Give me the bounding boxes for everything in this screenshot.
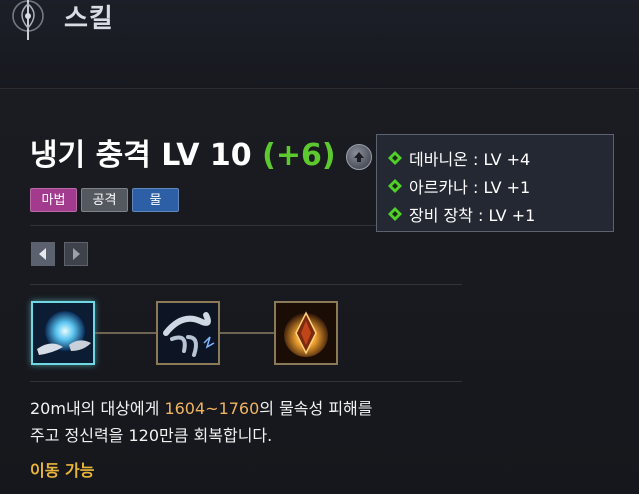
green-diamond-icon bbox=[388, 207, 402, 221]
skill-level-bonus: (+6) bbox=[262, 138, 336, 173]
page-title: 스킬 bbox=[64, 4, 114, 34]
next-button[interactable] bbox=[64, 242, 88, 266]
tooltip-text: 장비 장착 : LV +1 bbox=[409, 206, 536, 225]
tag-attack: 공격 bbox=[81, 188, 128, 212]
tag-water: 물 bbox=[132, 188, 179, 212]
fire-crest-icon bbox=[276, 303, 336, 363]
divider bbox=[30, 284, 462, 285]
skill-tags: 마법 공격 물 bbox=[30, 188, 179, 212]
movable-status: 이동 가능 bbox=[30, 461, 95, 480]
tooltip-text: 데바니온 : LV +4 bbox=[409, 150, 531, 169]
description-text: 의 물속성 피해를 bbox=[259, 399, 373, 418]
tree-connector bbox=[220, 332, 274, 334]
chevron-left-icon bbox=[39, 248, 46, 260]
level-bonus-tooltip: 데바니온 : LV +4 아르카나 : LV +1 장비 장착 : LV +1 bbox=[376, 134, 614, 232]
tooltip-text: 아르카나 : LV +1 bbox=[409, 178, 531, 197]
skill-tree-slot-1[interactable] bbox=[31, 301, 95, 365]
tooltip-row: 장비 장착 : LV +1 bbox=[387, 200, 613, 228]
description-line-1: 20m내의 대상에게 1604~1760의 물속성 피해를 bbox=[30, 395, 470, 422]
chevron-right-icon bbox=[73, 248, 80, 260]
header-bar: 스킬 bbox=[0, 0, 639, 88]
skill-description: 20m내의 대상에게 1604~1760의 물속성 피해를 주고 정신력을 12… bbox=[30, 395, 470, 449]
arrow-up-icon bbox=[354, 152, 364, 162]
skill-tree-slot-3[interactable] bbox=[274, 301, 338, 365]
level-bonus-info-button[interactable] bbox=[346, 144, 372, 170]
tree-connector bbox=[95, 332, 156, 334]
skill-name-level: 냉기 충격 LV 10 bbox=[30, 138, 252, 173]
description-line-2: 주고 정신력을 120만큼 회복합니다. bbox=[30, 426, 273, 445]
water-orb-icon bbox=[33, 303, 93, 363]
water-dragon-icon bbox=[158, 303, 218, 363]
prev-button[interactable] bbox=[31, 242, 55, 266]
green-diamond-icon bbox=[388, 151, 402, 165]
emblem-icon bbox=[12, 0, 44, 40]
tag-magic: 마법 bbox=[30, 188, 77, 212]
damage-value: 1604~1760 bbox=[164, 399, 260, 418]
skill-title: 냉기 충격 LV 10 (+6) bbox=[30, 135, 336, 177]
green-diamond-icon bbox=[388, 179, 402, 193]
skill-tree-slot-2[interactable] bbox=[156, 301, 220, 365]
tooltip-row: 아르카나 : LV +1 bbox=[387, 172, 613, 200]
description-text: 20m내의 대상에게 bbox=[30, 399, 165, 418]
divider bbox=[30, 381, 462, 382]
tooltip-row: 데바니온 : LV +4 bbox=[387, 144, 613, 172]
